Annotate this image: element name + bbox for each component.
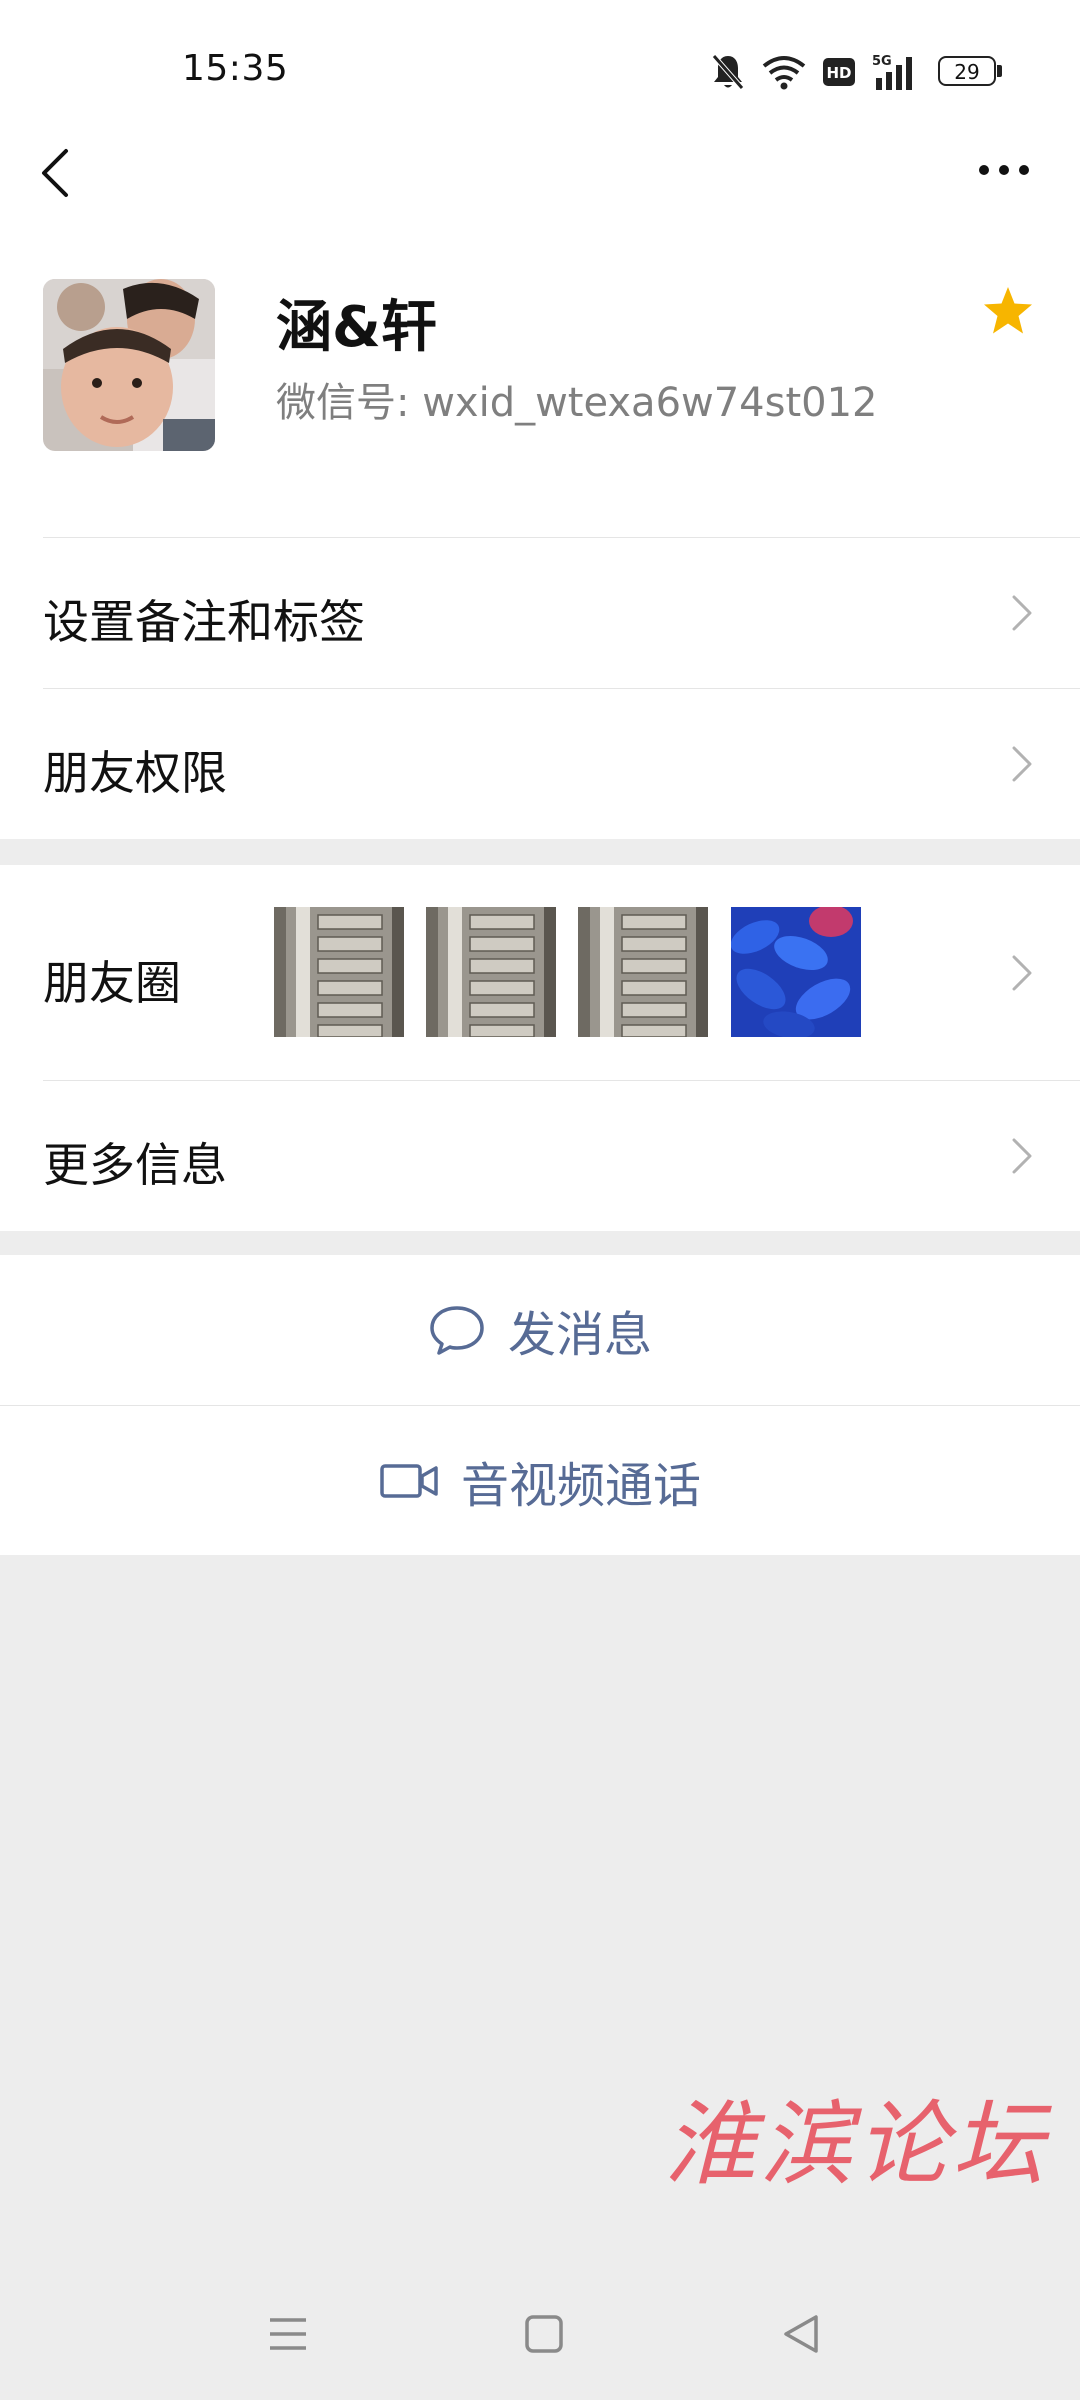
menu-icon[interactable]: [264, 2310, 312, 2358]
moment-thumbnail[interactable]: [578, 907, 708, 1037]
row-more-info[interactable]: 更多信息: [0, 1081, 1080, 1231]
wechat-id: 微信号: wxid_wtexa6w74st012: [276, 380, 878, 426]
status-icons: HD 5G 29: [710, 50, 1002, 94]
contact-name: 涵&轩: [276, 295, 437, 360]
watermark: 淮滨论坛: [664, 2091, 1049, 2198]
bell-muted-icon: [712, 54, 744, 90]
star-icon[interactable]: [982, 285, 1034, 337]
chevron-right-icon: [1012, 1138, 1032, 1174]
chevron-right-icon: [1012, 746, 1032, 782]
video-camera-icon: [380, 1463, 438, 1498]
moment-thumbnail[interactable]: [274, 907, 404, 1037]
chevron-left-icon[interactable]: [36, 145, 76, 201]
moment-thumbnail[interactable]: [426, 907, 556, 1037]
row-permissions-label: 朋友权限: [43, 746, 227, 800]
chevron-right-icon: [1012, 955, 1032, 991]
battery-icon: 29: [938, 56, 1002, 88]
svg-text:HD: HD: [826, 64, 851, 82]
home-square-icon[interactable]: [520, 2310, 568, 2358]
section-gap: [0, 839, 1080, 865]
send-message-button[interactable]: 发消息: [0, 1255, 1080, 1405]
row-moments-label: 朋友圈: [43, 956, 181, 1010]
send-message-label: 发消息: [507, 1307, 652, 1363]
more-dots-icon[interactable]: [976, 150, 1032, 190]
battery-level: 29: [954, 60, 980, 84]
hd-icon: HD: [823, 58, 855, 86]
chat-bubble-icon: [430, 1306, 484, 1355]
video-call-label: 音视频通话: [460, 1457, 701, 1514]
row-friend-permissions[interactable]: 朋友权限: [0, 689, 1080, 839]
avatar[interactable]: [43, 279, 215, 451]
5g-signal-icon: 5G: [872, 54, 912, 90]
moment-thumbnail[interactable]: [731, 907, 861, 1037]
chevron-right-icon: [1012, 595, 1032, 631]
row-remark-tags[interactable]: 设置备注和标签: [0, 538, 1080, 688]
video-call-button[interactable]: 音视频通话: [0, 1406, 1080, 1555]
row-remark-label: 设置备注和标签: [43, 595, 365, 649]
row-more-info-label: 更多信息: [43, 1138, 227, 1192]
wifi-icon: [762, 56, 806, 90]
section-gap: [0, 1231, 1080, 1255]
status-time: 15:35: [182, 48, 289, 89]
back-triangle-icon[interactable]: [778, 2310, 826, 2358]
svg-text:5G: 5G: [872, 54, 892, 69]
